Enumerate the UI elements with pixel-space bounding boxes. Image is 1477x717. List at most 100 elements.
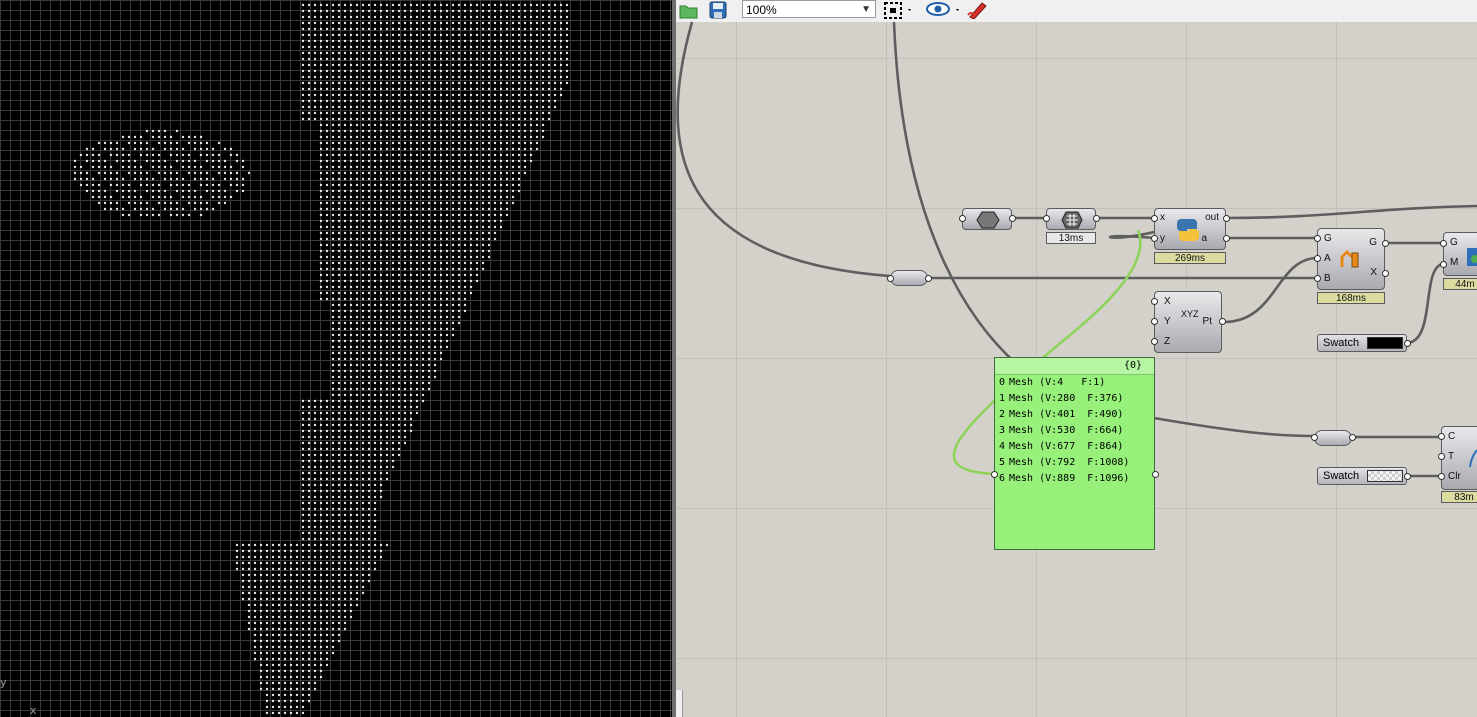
port-grip[interactable]	[1437, 472, 1445, 480]
python-component[interactable]: x y out a	[1154, 208, 1226, 250]
port-grip[interactable]	[924, 274, 932, 282]
panel-row: 5 Mesh (V:792 F:1008)	[995, 455, 1154, 471]
timer: 168ms	[1317, 292, 1385, 304]
port-grip[interactable]	[1437, 432, 1445, 440]
port-grip[interactable]	[1150, 214, 1158, 222]
port-grip[interactable]	[1313, 274, 1321, 282]
swatch-color[interactable]	[1367, 470, 1403, 482]
python-icon	[1177, 219, 1199, 241]
row-index: 6	[999, 473, 1006, 484]
output-out: out	[1205, 212, 1219, 223]
port-grip[interactable]	[1381, 239, 1389, 247]
panel-row: 4 Mesh (V:677 F:864)	[995, 439, 1154, 455]
input-c: C	[1448, 431, 1456, 442]
port-grip[interactable]	[1008, 214, 1016, 222]
axis-x-label: x	[30, 704, 37, 717]
curve-icon	[1469, 449, 1477, 468]
row-text: Mesh (V:677 F:864)	[1009, 441, 1124, 452]
port-grip[interactable]	[1218, 317, 1226, 325]
row-text: Mesh (V:280 F:376)	[1009, 393, 1124, 404]
point-cloud	[73, 3, 569, 715]
xyz-icon: XYZ	[1181, 309, 1199, 319]
row-text: Mesh (V:530 F:664)	[1009, 425, 1124, 436]
input-z: Z	[1164, 336, 1171, 347]
port-grip[interactable]	[1437, 452, 1445, 460]
port-grip[interactable]	[1403, 339, 1411, 347]
input-x: X	[1164, 296, 1171, 307]
port-grip[interactable]	[958, 214, 966, 222]
input-g: G	[1450, 237, 1458, 248]
hexagon-icon	[976, 211, 1000, 229]
port-grip[interactable]	[1092, 214, 1100, 222]
input-a: A	[1324, 253, 1331, 264]
preview-icon	[1467, 248, 1477, 266]
port-grip[interactable]	[990, 470, 998, 478]
row-text: Mesh (V:792 F:1008)	[1009, 457, 1130, 468]
port-grip[interactable]	[1222, 234, 1230, 242]
port-grip[interactable]	[1310, 433, 1318, 441]
dispatch-component[interactable]: G A B G X	[1317, 228, 1385, 290]
port-grip[interactable]	[1150, 317, 1158, 325]
swatch-transparent[interactable]: Swatch	[1317, 467, 1407, 485]
scrollbar[interactable]	[676, 690, 683, 717]
port-grip[interactable]	[1222, 214, 1230, 222]
relay[interactable]	[1314, 430, 1352, 446]
timer: 269ms	[1154, 252, 1226, 264]
panel-path: {0}	[995, 358, 1154, 375]
port-grip[interactable]	[1439, 239, 1447, 247]
mesh-param[interactable]	[1046, 208, 1096, 230]
row-index: 0	[999, 377, 1006, 388]
custom-preview-component[interactable]: G M	[1443, 232, 1477, 276]
timer: 83m	[1441, 491, 1477, 503]
port-grip[interactable]	[1150, 337, 1158, 345]
swatch-label: Swatch	[1323, 337, 1360, 349]
port-grip[interactable]	[1150, 234, 1158, 242]
input-b: B	[1324, 273, 1331, 284]
wire	[1225, 204, 1477, 220]
rhino-viewport[interactable]: y x	[0, 0, 672, 717]
input-x: x	[1160, 212, 1165, 223]
port-grip[interactable]	[1439, 260, 1447, 268]
swatch-label: Swatch	[1323, 470, 1360, 482]
grasshopper-editor: 100% ▼ 13ms x y out a 269ms G A B G X 16…	[676, 0, 1477, 717]
input-g: G	[1324, 233, 1332, 244]
timer: 44m	[1443, 278, 1477, 290]
port-grip[interactable]	[1042, 214, 1050, 222]
port-grip[interactable]	[1313, 254, 1321, 262]
input-t: T	[1448, 451, 1455, 462]
input-m: M	[1450, 257, 1459, 268]
swatch-color[interactable]	[1367, 337, 1403, 349]
row-index: 3	[999, 425, 1006, 436]
output-pt: Pt	[1202, 316, 1212, 327]
port-grip[interactable]	[1348, 433, 1356, 441]
port-grip[interactable]	[1150, 297, 1158, 305]
construct-point-component[interactable]: X Y Z Pt XYZ	[1154, 291, 1222, 353]
relay[interactable]	[890, 270, 928, 286]
wire	[1109, 230, 1155, 240]
row-index: 1	[999, 393, 1006, 404]
port-grip[interactable]	[1381, 269, 1389, 277]
input-y: y	[1160, 233, 1165, 244]
output-x: X	[1370, 267, 1377, 278]
port-grip[interactable]	[1151, 470, 1159, 478]
row-index: 4	[999, 441, 1006, 452]
panel-rows: 0 Mesh (V:4 F:1) 1 Mesh (V:280 F:376) 2 Mesh …	[995, 375, 1154, 487]
mesh-icon	[1061, 211, 1083, 229]
swatch-black[interactable]: Swatch	[1317, 334, 1407, 352]
port-grip[interactable]	[1403, 472, 1411, 480]
wire	[1405, 262, 1443, 345]
input-y: Y	[1164, 316, 1171, 327]
port-grip[interactable]	[886, 274, 894, 282]
output-a: a	[1201, 233, 1207, 244]
wire	[1223, 256, 1317, 324]
display-component[interactable]: C T Clr	[1441, 426, 1477, 490]
port-grip[interactable]	[1313, 234, 1321, 242]
panel-row: 6 Mesh (V:889 F:1096)	[995, 471, 1154, 487]
timer: 13ms	[1046, 232, 1096, 244]
row-text: Mesh (V:889 F:1096)	[1009, 473, 1130, 484]
geometry-param[interactable]	[962, 208, 1012, 230]
axis-y-label: y	[0, 676, 7, 689]
panel-row: 1 Mesh (V:280 F:376)	[995, 391, 1154, 407]
text-panel[interactable]: {0} 0 Mesh (V:4 F:1) 1 Mesh (V:280 F:376) 2 M…	[994, 357, 1155, 550]
row-text: Mesh (V:4 F:1)	[1009, 377, 1106, 388]
